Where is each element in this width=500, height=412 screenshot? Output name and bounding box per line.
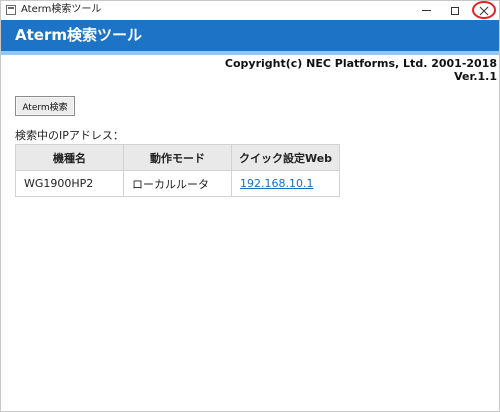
column-header-model: 機種名 <box>15 144 124 171</box>
app-header-title: Aterm検索ツール <box>15 26 142 44</box>
column-header-quick-setup: クイック設定Web <box>231 144 340 171</box>
cell-quick-setup: 192.168.10.1 <box>231 170 340 197</box>
app-icon <box>6 5 16 15</box>
table-row: WG1900HP2 ローカルルータ 192.168.10.1 <box>15 170 340 197</box>
app-window: Aterm検索ツール Aterm検索ツール Copyright(c) NEC P… <box>0 0 500 412</box>
close-highlight-ring <box>472 1 496 19</box>
maximize-button[interactable] <box>441 1 469 20</box>
aterm-search-button[interactable]: Aterm検索 <box>15 96 75 116</box>
close-button[interactable] <box>469 1 499 20</box>
minimize-icon <box>421 10 431 11</box>
quick-setup-link[interactable]: 192.168.10.1 <box>240 177 313 190</box>
header-divider <box>1 51 499 55</box>
app-header: Aterm検索ツール <box>1 20 499 51</box>
cell-mode: ローカルルータ <box>123 170 232 197</box>
copyright-text: Copyright(c) NEC Platforms, Ltd. 2001-20… <box>224 57 497 70</box>
cell-model: WG1900HP2 <box>15 170 124 197</box>
maximize-icon <box>451 6 459 15</box>
table-header-row: 機種名 動作モード クイック設定Web <box>15 144 340 171</box>
version-text: Ver.1.1 <box>454 70 497 83</box>
copyright-block: Copyright(c) NEC Platforms, Ltd. 2001-20… <box>225 57 497 83</box>
ip-address-label: 検索中のIPアドレス： <box>15 129 124 142</box>
minimize-button[interactable] <box>412 1 440 20</box>
window-title: Aterm検索ツール <box>21 4 102 15</box>
title-bar: Aterm検索ツール <box>1 1 499 20</box>
results-table: 機種名 動作モード クイック設定Web WG1900HP2 ローカルルータ 19… <box>15 144 340 197</box>
column-header-mode: 動作モード <box>123 144 232 171</box>
